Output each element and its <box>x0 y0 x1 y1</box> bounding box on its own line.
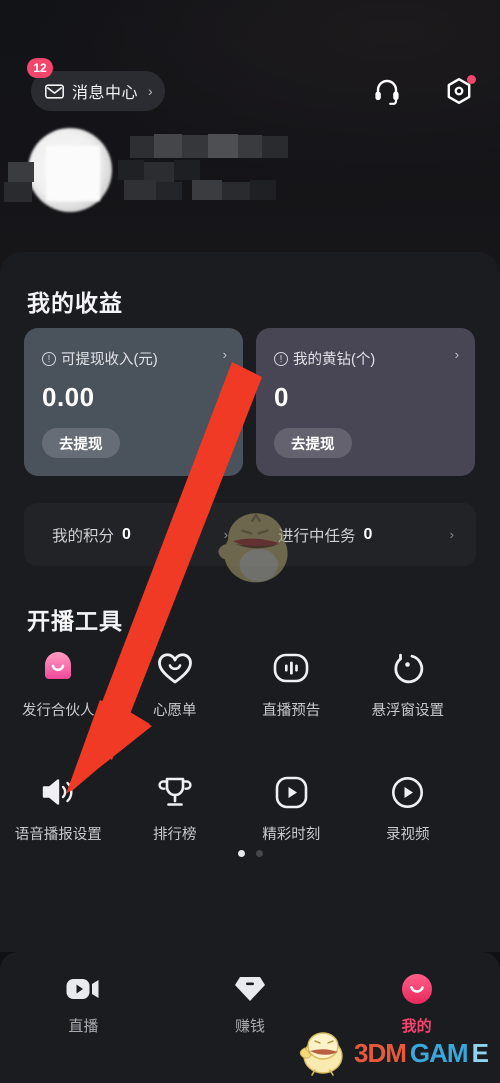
tool-item-partner[interactable]: 发行合伙人 <box>0 648 117 720</box>
chevron-right-icon: › <box>223 527 228 542</box>
message-center-label: 消息中心 <box>72 85 139 102</box>
headset-icon <box>375 79 399 105</box>
tool-item-broadcast-preview[interactable]: 直播预告 <box>233 648 350 720</box>
tool-label: 悬浮窗设置 <box>371 703 445 719</box>
tool-label: 语音播报设置 <box>14 827 102 843</box>
username-mosaic <box>208 134 238 158</box>
trophy-icon <box>158 772 192 812</box>
partner-avatar-icon <box>41 648 75 688</box>
settings-notification-dot <box>467 75 476 84</box>
tool-label: 直播预告 <box>262 703 321 719</box>
earnings-section-title: 我的收益 <box>27 290 123 316</box>
tools-pager[interactable] <box>0 850 500 857</box>
phone-screen: 消息中心 › 12 我的收益 ! 可提现收入(元) › 0.00 去提现 ! 我… <box>0 0 500 1083</box>
tab-live[interactable]: 直播 <box>0 970 167 1036</box>
chevron-right-icon: › <box>449 527 454 542</box>
tool-label: 精彩时刻 <box>262 827 321 843</box>
diamond-icon <box>234 970 266 1008</box>
profile-info[interactable] <box>0 126 330 220</box>
video-camera-icon <box>65 970 101 1008</box>
tool-item-highlights[interactable]: 精彩时刻 <box>233 772 350 844</box>
chevron-right-icon: › <box>222 347 227 362</box>
card-label: 我的黄钻(个) <box>293 352 376 368</box>
username-mosaic <box>8 162 34 182</box>
card-value: 0.00 <box>42 382 95 412</box>
avatar-mosaic-block <box>46 146 100 201</box>
envelope-icon <box>45 83 64 99</box>
withdraw-button[interactable]: 去提现 <box>274 428 352 458</box>
message-center-button[interactable]: 消息中心 › <box>31 71 165 111</box>
tab-earn[interactable]: 赚钱 <box>167 970 334 1036</box>
tool-label: 录视频 <box>386 827 430 843</box>
username-mosaic <box>156 182 182 200</box>
username-mosaic <box>182 135 208 158</box>
username-mosaic <box>124 180 156 200</box>
bottom-tabbar: 直播 赚钱 我的 <box>0 952 500 1083</box>
message-unread-badge: 12 <box>27 58 53 78</box>
tab-label: 赚钱 <box>235 1018 266 1035</box>
highlight-play-icon <box>275 772 308 812</box>
username-mosaic <box>192 180 222 200</box>
username-mosaic <box>144 162 174 182</box>
card-value: 0 <box>274 382 289 412</box>
tool-label: 心愿单 <box>153 703 197 719</box>
my-points-value: 0 <box>122 525 131 543</box>
tools-section-title: 开播工具 <box>27 608 123 634</box>
my-points-label: 我的积分 <box>52 527 115 545</box>
chevron-right-icon: › <box>454 347 459 362</box>
header-actions <box>372 75 476 106</box>
ongoing-tasks-value: 0 <box>363 525 373 543</box>
pager-dot[interactable] <box>255 850 263 857</box>
earnings-cards: 可提现收入(元) › 0.00 去提现 我的黄钻(个) › 0 去提现 <box>24 328 476 476</box>
stats-strip: 我的积分 0 › 进行中任务 0 › <box>24 503 476 566</box>
username-mosaic <box>238 135 262 158</box>
ongoing-tasks-label: 进行中任务 <box>278 527 356 545</box>
profile-hero: 消息中心 › 12 <box>0 0 500 268</box>
my-points-item[interactable]: 我的积分 0 › <box>24 524 250 546</box>
tab-label: 我的 <box>401 1018 432 1035</box>
record-play-icon <box>391 772 424 812</box>
smiley-face-icon <box>401 970 433 1008</box>
tool-label: 排行榜 <box>153 827 197 843</box>
username-mosaic <box>250 180 276 200</box>
yellow-diamond-card[interactable]: 我的黄钻(个) › 0 去提现 <box>256 328 475 476</box>
tool-item-floating-window[interactable]: 悬浮窗设置 <box>350 648 467 720</box>
tool-item-voice-broadcast[interactable]: 语音播报设置 <box>0 772 117 844</box>
username-mosaic <box>222 182 250 200</box>
withdraw-button[interactable]: 去提现 <box>42 428 120 458</box>
message-center-chevron-icon: › <box>148 83 153 99</box>
username-mosaic <box>118 160 144 180</box>
username-mosaic <box>4 182 32 202</box>
speaker-icon <box>40 772 76 812</box>
username-mosaic <box>262 136 288 158</box>
support-button[interactable] <box>372 76 402 106</box>
tool-item-leaderboard[interactable]: 排行榜 <box>117 772 234 844</box>
tool-item-record-video[interactable]: 录视频 <box>350 772 467 844</box>
tools-row-1: 发行合伙人 心愿单 直播预告 悬浮窗设置 <box>0 648 500 720</box>
withdrawable-income-card[interactable]: 可提现收入(元) › 0.00 去提现 <box>24 328 243 476</box>
tools-row-2: 语音播报设置 排行榜 精彩时刻 录视频 <box>0 772 500 844</box>
heart-icon <box>157 648 193 688</box>
pager-dot-active[interactable] <box>237 850 245 857</box>
info-icon[interactable] <box>42 351 56 367</box>
tab-mine[interactable]: 我的 <box>333 970 500 1036</box>
info-icon[interactable] <box>274 351 288 367</box>
floating-window-icon <box>391 648 424 688</box>
ongoing-tasks-item[interactable]: 进行中任务 0 › <box>250 524 476 546</box>
settings-button[interactable] <box>444 75 476 106</box>
tab-label: 直播 <box>68 1018 99 1035</box>
card-label: 可提现收入(元) <box>61 352 158 368</box>
tools-grid: 发行合伙人 心愿单 直播预告 悬浮窗设置 语音播报设置 排行榜 精彩时刻 录视频 <box>0 648 500 844</box>
username-mosaic <box>174 160 200 180</box>
tool-label: 发行合伙人 <box>22 703 95 719</box>
broadcast-preview-icon <box>273 648 309 688</box>
username-mosaic <box>130 136 154 158</box>
tool-item-wishlist[interactable]: 心愿单 <box>117 648 234 720</box>
username-mosaic <box>154 134 182 158</box>
